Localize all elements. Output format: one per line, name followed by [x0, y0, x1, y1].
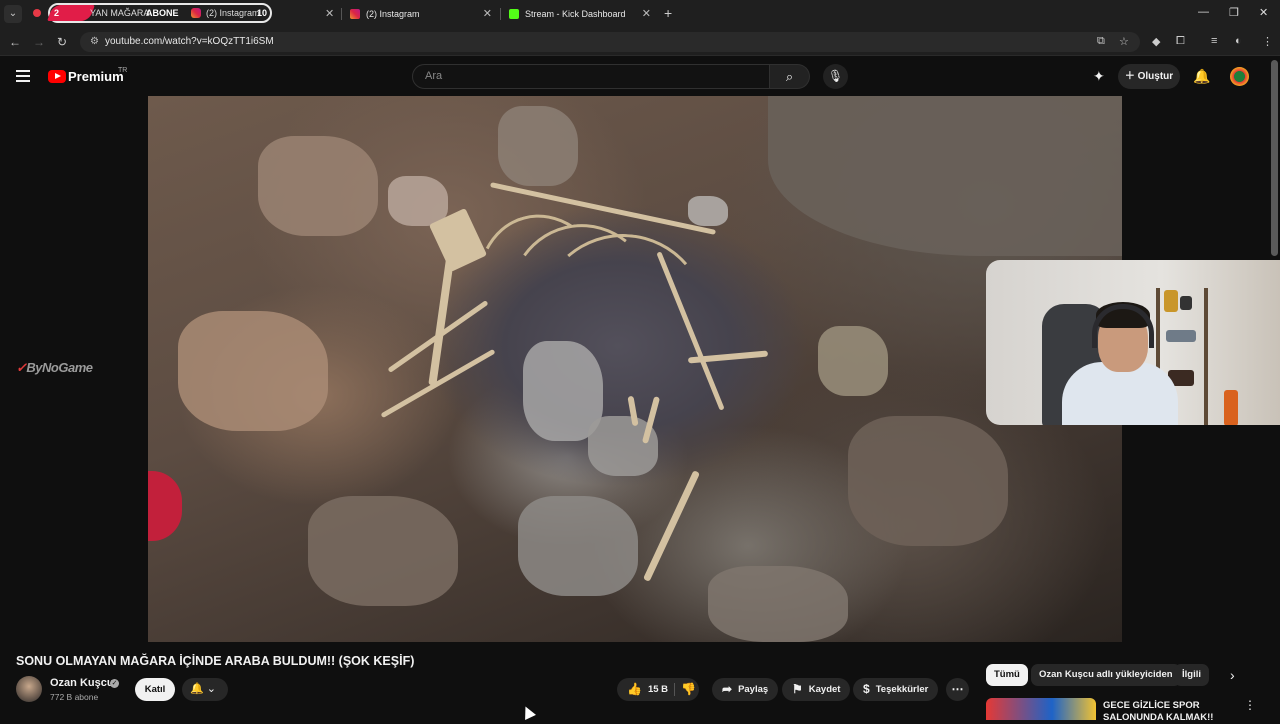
- save-button[interactable]: ⚑ Kaydet: [782, 678, 851, 701]
- rock: [688, 196, 728, 226]
- forward-icon[interactable]: →: [33, 35, 45, 49]
- leg-bone: [428, 246, 456, 386]
- join-button[interactable]: Katıl: [135, 678, 175, 701]
- url-text[interactable]: youtube.com/watch?v=kOQzTT1i6SM: [105, 36, 274, 47]
- tab-count: 10: [257, 8, 268, 18]
- instagram-icon: [350, 9, 360, 19]
- super-thanks-icon: $: [863, 682, 870, 696]
- webcam-overlay: [986, 260, 1280, 425]
- close-window-icon[interactable]: ✕: [1259, 6, 1268, 19]
- bookmark-star-icon[interactable]: ☆: [1119, 35, 1129, 48]
- rock: [518, 496, 638, 596]
- notifications-bell-icon[interactable]: 🔔: [1193, 68, 1210, 85]
- site-info-icon[interactable]: ⚙: [90, 36, 99, 47]
- share-arrow-icon: ➦: [722, 682, 733, 696]
- rock: [388, 176, 448, 226]
- plus-icon: ＋: [1124, 71, 1138, 82]
- cast-icon[interactable]: ✦: [1093, 68, 1105, 85]
- minimize-icon[interactable]: —: [1198, 6, 1209, 18]
- search-input[interactable]: Ara: [412, 64, 770, 89]
- tab-separator: [341, 8, 342, 20]
- red-object: [148, 471, 182, 541]
- video-title: SONU OLMAYAN MAĞARA İÇİNDE ARABA BULDUM!…: [16, 654, 415, 668]
- recommendation-title[interactable]: GECE GİZLİCE SPOR SALONUNDA KALMAK!!: [1103, 700, 1223, 724]
- like-count[interactable]: 15 B: [648, 678, 668, 701]
- premium-logo-text[interactable]: Premium: [68, 69, 124, 84]
- bottle: [1224, 390, 1238, 425]
- like-separator: [674, 683, 675, 696]
- recommendation-menu-icon[interactable]: ⋮: [1244, 698, 1256, 712]
- search-icon: ⌕: [785, 69, 794, 84]
- chip-all[interactable]: Tümü: [986, 664, 1028, 686]
- restore-icon[interactable]: ❐: [1229, 6, 1239, 19]
- rock: [708, 566, 848, 642]
- region-code: TR: [118, 67, 128, 74]
- chip-related[interactable]: İlgili: [1174, 664, 1209, 686]
- share-button[interactable]: ➦ Paylaş: [712, 678, 779, 701]
- subscriber-count: 772 B abone: [50, 692, 99, 702]
- tab-instagram[interactable]: (2) Instagram ✕: [344, 3, 498, 25]
- new-tab-icon[interactable]: +: [664, 5, 672, 21]
- shelf-item: [1166, 330, 1196, 342]
- more-actions-button[interactable]: ⋯: [946, 678, 969, 701]
- thumbs-down-icon[interactable]: 👎: [681, 682, 696, 696]
- mouse-cursor-icon: [520, 704, 536, 720]
- extension-diamond-icon[interactable]: ◆: [1152, 35, 1160, 48]
- channel-avatar[interactable]: [16, 676, 42, 702]
- voice-search-button[interactable]: 🎙: [823, 64, 848, 89]
- tab-separator: [500, 8, 501, 20]
- bookmark-icon: ⚑: [792, 682, 803, 696]
- thumbs-up-icon[interactable]: 👍: [627, 678, 642, 701]
- create-button[interactable]: ＋ Oluştur: [1118, 64, 1180, 89]
- close-tab-icon[interactable]: ✕: [483, 7, 492, 20]
- rock: [308, 496, 458, 606]
- video-player[interactable]: [148, 96, 1122, 642]
- account-avatar[interactable]: [1230, 67, 1249, 86]
- bynogame-logo-icon: ✓: [16, 360, 27, 375]
- microphone-icon: 🎙: [827, 69, 844, 83]
- channel-name[interactable]: Ozan Kuşcu: [50, 677, 114, 689]
- profile-icon[interactable]: ◐: [1235, 35, 1242, 47]
- menu-icon[interactable]: [16, 70, 30, 85]
- kick-icon: [509, 9, 519, 19]
- rock: [768, 96, 1122, 256]
- chevron-down-icon: ⌄: [206, 683, 216, 695]
- install-app-icon[interactable]: ⧉: [1097, 35, 1105, 48]
- jaw-bone: [642, 470, 701, 582]
- chevron-right-icon[interactable]: ›: [1230, 667, 1235, 683]
- rock: [178, 311, 328, 431]
- subscription-bell-button[interactable]: 🔔 ⌄: [182, 678, 228, 701]
- bynogame-watermark: ✓ByNoGame: [16, 360, 93, 375]
- bell-icon: 🔔: [190, 683, 204, 695]
- tab-search-dropdown[interactable]: ⌄: [4, 5, 22, 23]
- tab-title[interactable]: YAN MAĞARA: [90, 8, 149, 18]
- verified-check-icon: ✓: [110, 679, 119, 688]
- chip-from-uploader[interactable]: Ozan Kuşcu adlı yükleyiciden: [1031, 664, 1181, 686]
- rock: [818, 326, 888, 396]
- trophy-icon: [1164, 290, 1178, 312]
- thanks-button[interactable]: $ Teşekkürler: [853, 678, 939, 701]
- close-tab-icon[interactable]: ✕: [325, 7, 334, 20]
- close-tab-icon[interactable]: ✕: [642, 7, 651, 20]
- rock: [848, 416, 1008, 546]
- more-dots-icon: ⋯: [951, 682, 964, 696]
- youtube-logo-icon[interactable]: [48, 70, 66, 83]
- tab-instagram-sub[interactable]: (2) Instagram: [191, 8, 260, 18]
- tab-kick-dashboard[interactable]: Stream - Kick Dashboard ✕: [503, 3, 657, 25]
- recommendation-thumbnail[interactable]: [986, 698, 1096, 720]
- media-control-icon[interactable]: ≡: [1211, 35, 1217, 47]
- recording-indicator-icon: [33, 9, 41, 17]
- search-button[interactable]: ⌕: [770, 64, 810, 89]
- browser-menu-icon[interactable]: ⋮: [1262, 35, 1273, 48]
- page-scrollbar[interactable]: [1271, 60, 1278, 256]
- instagram-icon: [191, 8, 201, 18]
- rock: [258, 136, 378, 236]
- reload-icon[interactable]: ↻: [57, 35, 67, 49]
- extensions-puzzle-icon[interactable]: ⧠: [1176, 35, 1185, 48]
- tab-badge: 2: [54, 8, 60, 18]
- shelf-item: [1180, 296, 1192, 310]
- tab-abone-label: ABONE: [146, 8, 179, 18]
- rock: [498, 106, 578, 186]
- back-icon[interactable]: ←: [9, 35, 21, 49]
